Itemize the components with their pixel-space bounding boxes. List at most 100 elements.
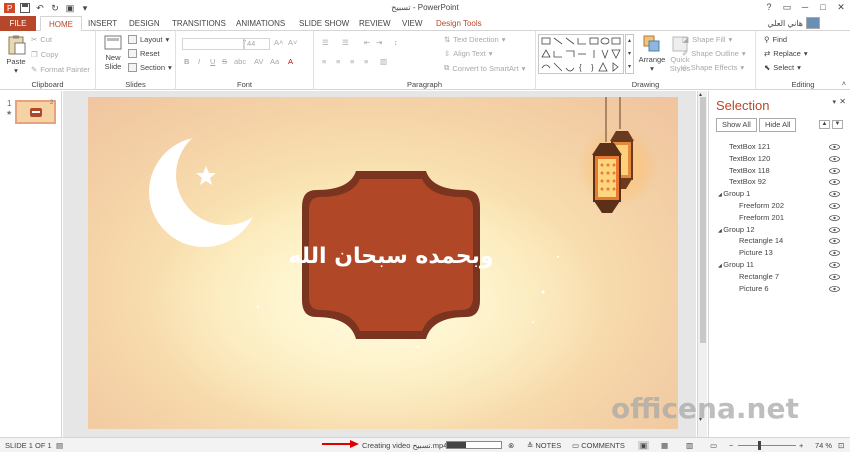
notes-button[interactable]: ≙ NOTES <box>527 441 561 450</box>
tab-view[interactable]: VIEW <box>394 16 430 31</box>
visibility-eye-icon[interactable] <box>829 203 840 209</box>
normal-view-icon[interactable]: ▣ <box>638 441 650 450</box>
visibility-eye-icon[interactable] <box>829 214 840 221</box>
increase-indent-button[interactable]: ⇥ <box>376 38 382 47</box>
selection-list-item[interactable]: Rectangle 7 <box>739 272 779 281</box>
justify-button[interactable]: ≡ <box>364 57 368 66</box>
selection-list-item[interactable]: Rectangle 14 <box>739 236 783 245</box>
shapes-gallery-scroll[interactable]: ▴ ▾ ▾ <box>625 34 634 74</box>
reading-view-icon[interactable]: ▥ <box>686 441 693 450</box>
replace-button[interactable]: ⇄ Replace ▾ <box>764 49 808 58</box>
tab-design[interactable]: DESIGN <box>121 16 168 31</box>
italic-button[interactable]: I <box>198 57 200 66</box>
bring-forward-icon[interactable]: ▲ <box>819 120 830 129</box>
section-button[interactable]: Section ▾ <box>128 63 172 72</box>
columns-button[interactable]: ▥ <box>380 57 387 66</box>
selection-list-item[interactable]: Picture 6 <box>739 284 769 293</box>
tab-file[interactable]: FILE <box>0 16 36 31</box>
paste-button[interactable]: Paste ▾ <box>4 35 28 75</box>
bullets-button[interactable]: ☰ <box>322 38 329 47</box>
visibility-eye-icon[interactable] <box>829 167 840 174</box>
selection-list-item[interactable]: Freeform 201 <box>739 213 784 222</box>
selection-group-item[interactable]: ◢ Group 1 <box>718 189 750 198</box>
fit-slide-icon[interactable]: ⊡ <box>838 441 844 450</box>
numbering-button[interactable]: ☰ <box>342 38 349 47</box>
shape-fill-button[interactable]: ◪ Shape Fill ▾ <box>682 35 732 44</box>
zoom-level[interactable]: 74 % <box>815 441 832 450</box>
zoom-in-icon[interactable]: + <box>799 441 803 450</box>
convert-smartart-button[interactable]: ⧉ Convert to SmartArt ▾ <box>444 63 525 73</box>
slide[interactable]: وبحمده سبحان الله <box>88 97 678 429</box>
bold-button[interactable]: B <box>184 57 189 66</box>
visibility-eye-icon[interactable] <box>829 262 840 268</box>
tab-transitions[interactable]: TRANSITIONS <box>164 16 234 31</box>
visibility-eye-icon[interactable] <box>829 179 840 186</box>
close-pane-icon[interactable]: ✕ <box>839 97 846 106</box>
font-name-box[interactable] <box>182 38 244 50</box>
align-center-button[interactable]: ≡ <box>336 57 340 66</box>
tab-home[interactable]: HOME <box>40 16 82 32</box>
change-case-button[interactable]: Aa <box>270 57 279 66</box>
selection-list-item[interactable]: Freeform 202 <box>739 201 784 210</box>
minimize-icon[interactable]: ─ <box>796 0 814 14</box>
zoom-slider-thumb[interactable] <box>758 441 761 450</box>
visibility-eye-icon[interactable] <box>829 155 840 162</box>
font-grow-button[interactable]: A˄ <box>274 38 283 47</box>
selection-list-item[interactable]: TextBox 121 <box>729 142 770 151</box>
spelling-icon[interactable]: ▤ <box>56 441 63 450</box>
find-button[interactable]: ⚲ Find <box>764 35 787 44</box>
selection-group-item[interactable]: ◢ Group 12 <box>718 225 755 234</box>
slide-sorter-icon[interactable]: ▦ <box>661 441 668 450</box>
line-spacing-button[interactable]: ↕ <box>394 38 398 47</box>
tab-insert[interactable]: INSERT <box>80 16 125 31</box>
visibility-eye-icon[interactable] <box>829 226 840 233</box>
slide-show-icon[interactable]: ▭ <box>710 441 717 450</box>
help-icon[interactable]: ? <box>760 0 778 14</box>
pane-options-icon[interactable]: ▾ <box>832 98 836 106</box>
shapes-gallery[interactable]: {} <box>538 34 624 74</box>
tab-review[interactable]: REVIEW <box>351 16 399 31</box>
slide-title-text[interactable]: وبحمده سبحان الله <box>278 244 504 269</box>
comments-button[interactable]: ▭ COMMENTS <box>572 441 625 450</box>
collapse-ribbon-icon[interactable]: ˄ <box>842 81 846 88</box>
arrange-button[interactable]: Arrange ▾ <box>637 35 667 73</box>
strikethrough-button[interactable]: S <box>222 57 227 66</box>
underline-button[interactable]: U <box>210 57 215 66</box>
zoom-out-icon[interactable]: − <box>729 441 733 450</box>
decrease-indent-button[interactable]: ⇤ <box>364 38 370 47</box>
shape-outline-button[interactable]: ✐ Shape Outline ▾ <box>682 49 746 58</box>
format-painter-button[interactable]: ✎ Format Painter <box>31 65 90 74</box>
selection-list-item[interactable]: TextBox 92 <box>729 177 766 186</box>
font-shrink-button[interactable]: A˅ <box>288 38 297 47</box>
tab-animations[interactable]: ANIMATIONS <box>228 16 293 31</box>
cut-button[interactable]: ✂ Cut <box>31 35 52 44</box>
shadow-button[interactable]: abc <box>234 57 246 66</box>
selection-group-item[interactable]: ◢ Group 11 <box>718 260 754 269</box>
user-account[interactable]: هاني العلي <box>767 17 820 29</box>
selection-list-item[interactable]: TextBox 118 <box>729 166 770 175</box>
reset-button[interactable]: Reset <box>128 49 160 58</box>
zoom-slider[interactable] <box>738 445 796 446</box>
visibility-eye-icon[interactable] <box>829 238 840 245</box>
align-text-button[interactable]: ⇳ Align Text ▾ <box>444 49 492 58</box>
close-icon[interactable]: ✕ <box>832 0 850 14</box>
visibility-eye-icon[interactable] <box>829 250 840 257</box>
tab-slide-show[interactable]: SLIDE SHOW <box>291 16 357 31</box>
shape-effects-button[interactable]: ◇ Shape Effects ▾ <box>682 63 744 72</box>
text-direction-button[interactable]: ⇅ Text Direction ▾ <box>444 35 506 44</box>
copy-button[interactable]: ❐ Copy <box>31 50 58 59</box>
tab-design-tools[interactable]: Design Tools <box>428 16 490 31</box>
font-color-button[interactable]: A <box>288 57 293 66</box>
selection-list-item[interactable]: Picture 13 <box>739 248 773 257</box>
scrollbar-thumb[interactable] <box>700 97 706 343</box>
select-button[interactable]: ⬉ Select ▾ <box>764 63 801 72</box>
visibility-eye-icon[interactable] <box>829 273 840 280</box>
new-slide-button[interactable]: New Slide <box>101 35 125 71</box>
maximize-icon[interactable]: □ <box>814 0 832 14</box>
canvas-scrollbar[interactable]: ▴ ▾ <box>697 91 707 437</box>
send-backward-icon[interactable]: ▼ <box>832 120 843 129</box>
visibility-eye-icon[interactable] <box>829 144 840 150</box>
selection-list-item[interactable]: TextBox 120 <box>729 154 770 163</box>
font-size-box[interactable]: 44 <box>244 38 270 50</box>
visibility-eye-icon[interactable] <box>829 285 840 292</box>
